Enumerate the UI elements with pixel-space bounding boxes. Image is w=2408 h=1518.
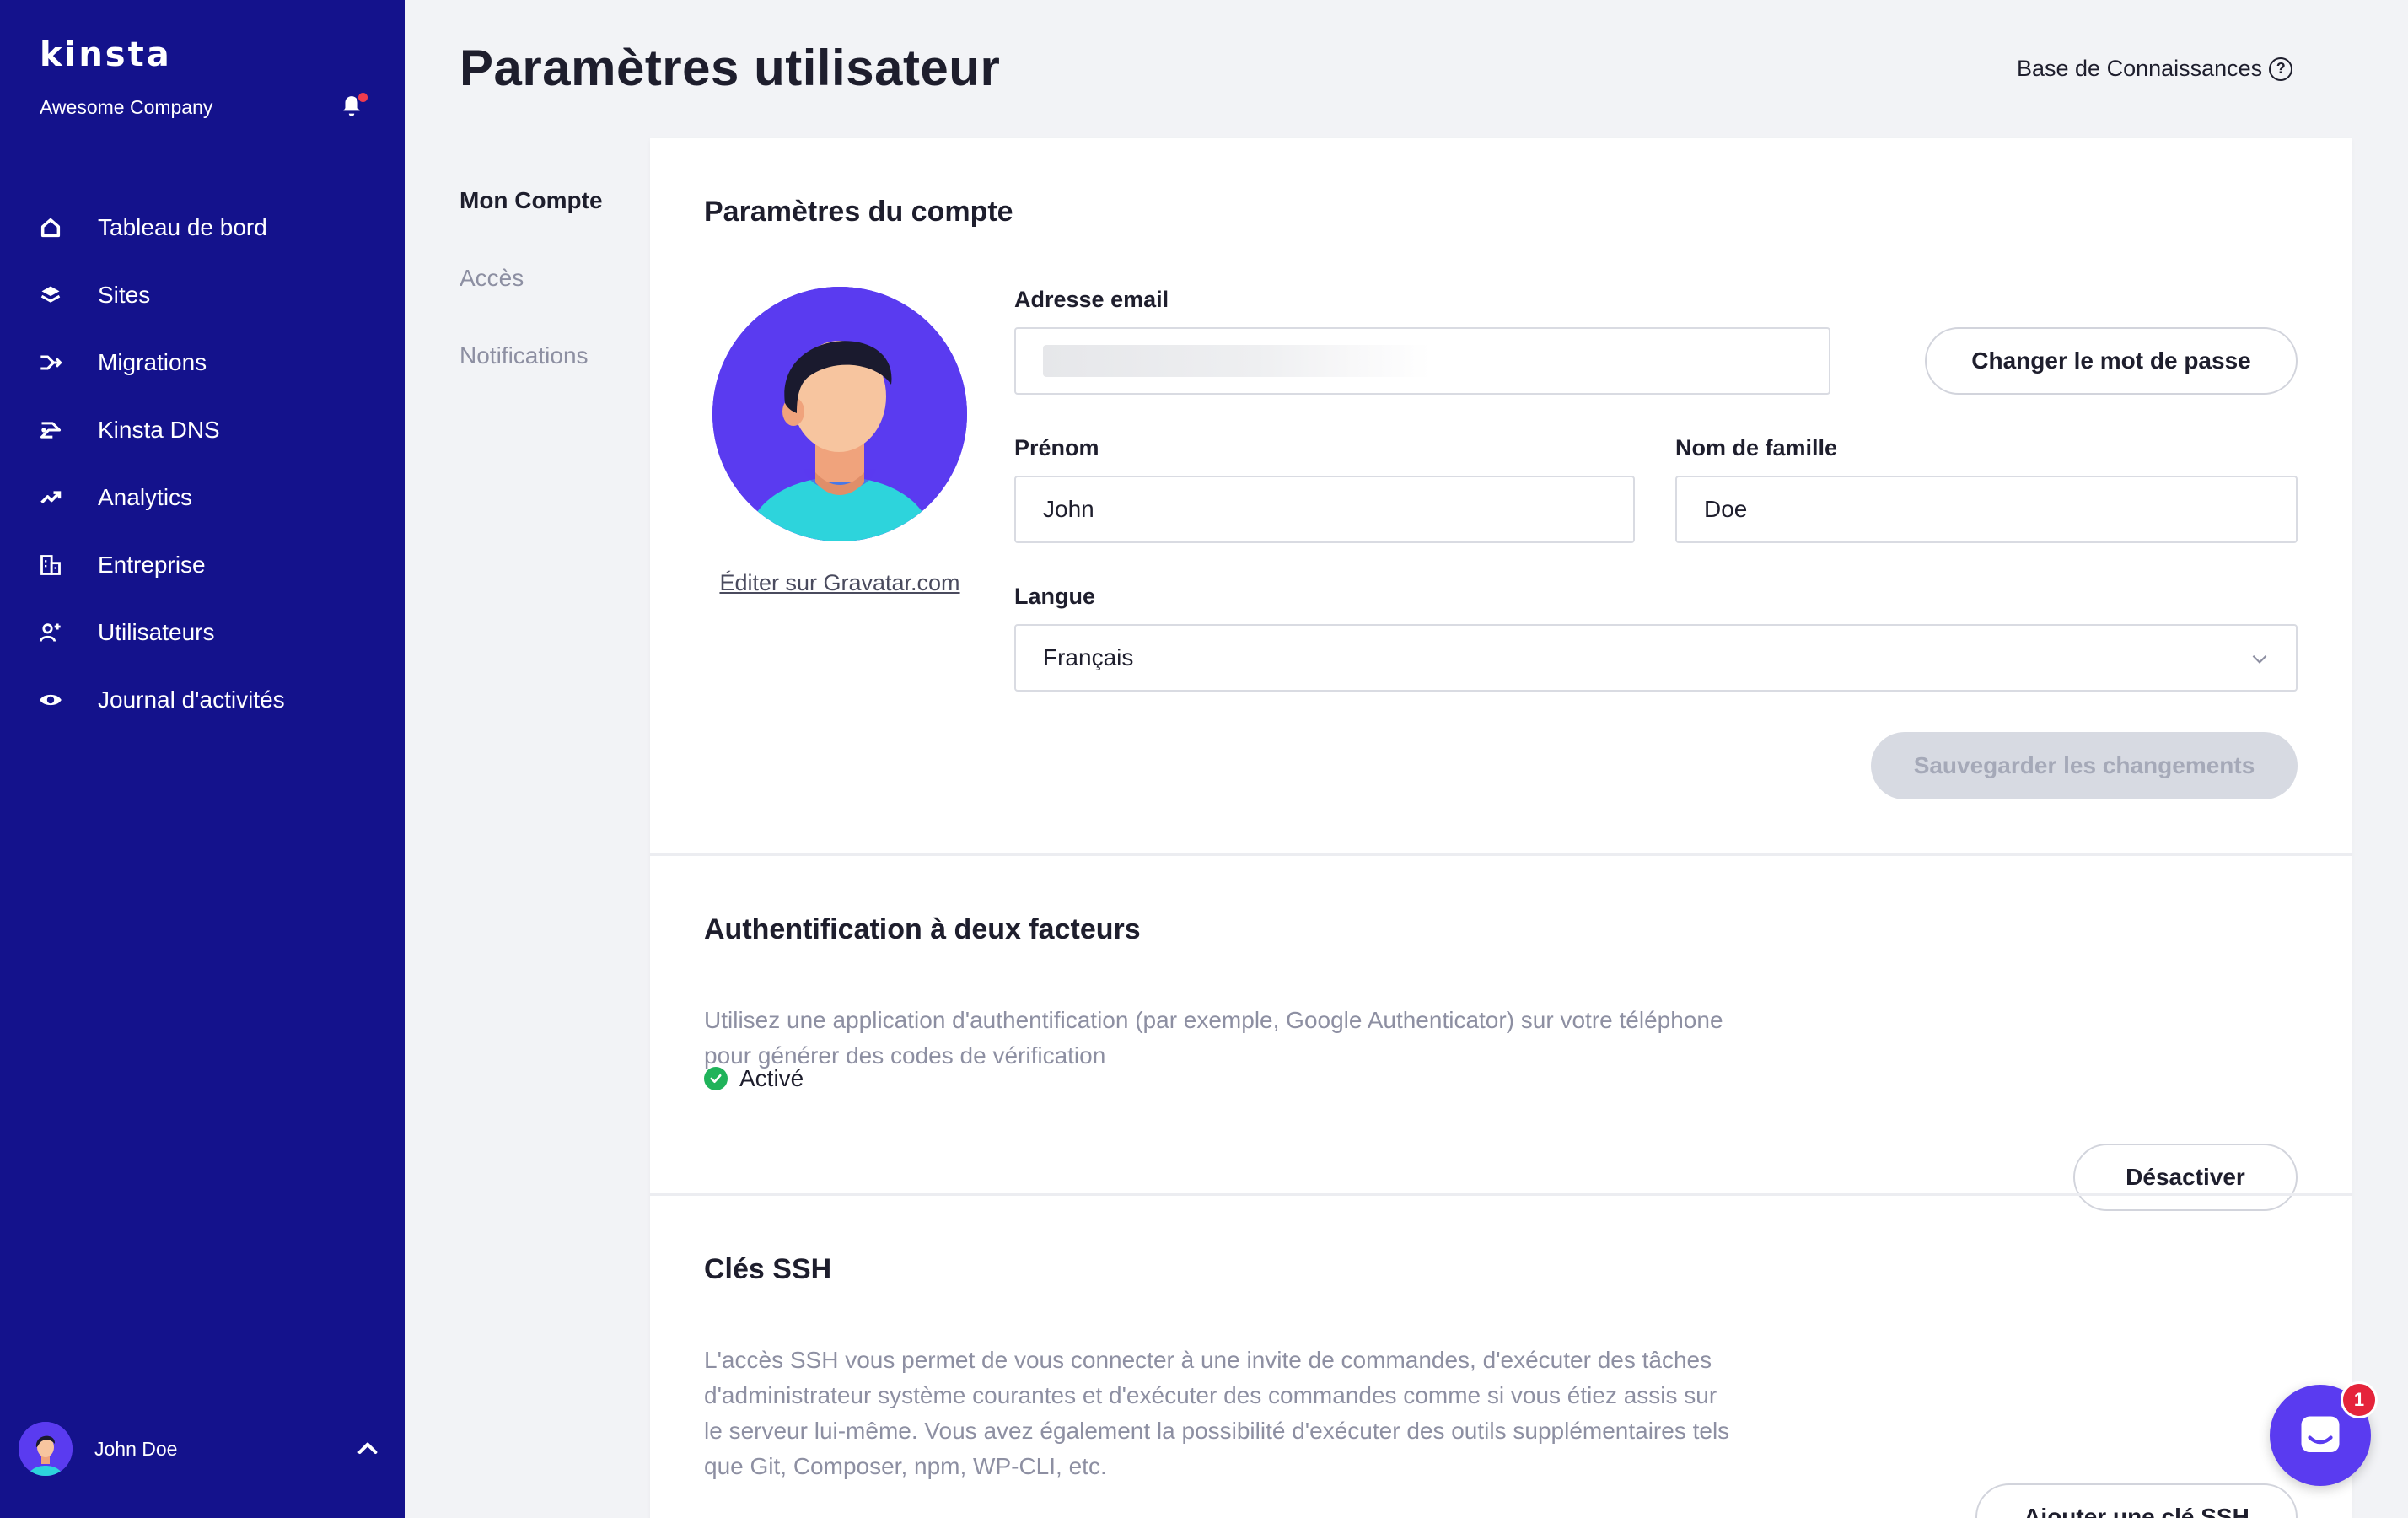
chat-icon (2301, 1416, 2340, 1452)
add-ssh-key-button[interactable]: Ajouter une clé SSH (1975, 1483, 2298, 1518)
sidebar: kinsta Awesome Company Tableau de bord S… (0, 0, 405, 1518)
first-name-label: Prénom (1014, 435, 1099, 460)
subnav-notifications[interactable]: Notifications (460, 342, 603, 420)
sidebar-item-dashboard[interactable]: Tableau de bord (0, 194, 405, 261)
first-name-field[interactable]: John (1014, 476, 1635, 543)
settings-card: Paramètres du compte Éditer sur Gravatar… (650, 138, 2352, 1518)
two-factor-description-line: Utilisez une application d'authentificat… (704, 1007, 1723, 1033)
two-factor-description: Utilisez une application d'authentificat… (704, 1003, 1723, 1074)
knowledge-base-label: Base de Connaissances (2017, 56, 2263, 81)
dns-icon (37, 417, 64, 444)
settings-subnav: Mon Compte Accès Notifications (460, 187, 603, 420)
language-value: Français (1043, 644, 1134, 670)
sidebar-item-label: Tableau de bord (98, 214, 267, 240)
ssh-keys-section: Clés SSH L'accès SSH vous permet de vous… (650, 1196, 2352, 1518)
email-label: Adresse email (1014, 287, 1169, 312)
email-value-redacted (1043, 345, 1431, 377)
migrations-icon (37, 349, 64, 376)
eye-icon (37, 686, 64, 713)
subnav-my-account[interactable]: Mon Compte (460, 187, 603, 265)
sidebar-item-label: Kinsta DNS (98, 417, 220, 443)
two-factor-status: Activé (704, 1065, 804, 1092)
language-select[interactable]: Français (1014, 624, 2298, 692)
help-icon: ? (2269, 57, 2293, 81)
profile-avatar (712, 287, 967, 541)
sidebar-item-label: Sites (98, 282, 151, 308)
two-factor-title: Authentification à deux facteurs (704, 913, 1141, 945)
last-name-label: Nom de famille (1675, 435, 1838, 460)
two-factor-status-label: Activé (739, 1065, 804, 1091)
sidebar-item-kinsta-dns[interactable]: Kinsta DNS (0, 396, 405, 464)
ssh-description-line: le serveur lui-même. Vous avez également… (704, 1418, 1730, 1444)
home-icon (37, 214, 64, 241)
page-title: Paramètres utilisateur (460, 40, 1001, 96)
ssh-description: L'accès SSH vous permet de vous connecte… (704, 1343, 1729, 1484)
sidebar-item-label: Migrations (98, 349, 207, 375)
layers-icon (37, 282, 64, 309)
sidebar-nav: Tableau de bord Sites Migrations Kinsta … (0, 194, 405, 734)
sidebar-item-label: Analytics (98, 484, 193, 510)
sidebar-item-label: Entreprise (98, 552, 206, 578)
last-name-field[interactable]: Doe (1675, 476, 2298, 543)
check-circle-icon (704, 1067, 728, 1090)
sidebar-item-analytics[interactable]: Analytics (0, 464, 405, 531)
two-factor-section: Authentification à deux facteurs Utilise… (650, 856, 2352, 1211)
add-user-icon (37, 619, 64, 646)
account-settings-section: Paramètres du compte Éditer sur Gravatar… (650, 138, 2352, 853)
sidebar-item-entreprise[interactable]: Entreprise (0, 531, 405, 599)
ssh-description-line: L'accès SSH vous permet de vous connecte… (704, 1347, 1712, 1373)
knowledge-base-link[interactable]: Base de Connaissances ? (2017, 56, 2293, 82)
building-icon (37, 552, 64, 579)
subnav-access[interactable]: Accès (460, 265, 603, 342)
user-menu[interactable]: John Doe (19, 1422, 177, 1476)
change-password-button[interactable]: Changer le mot de passe (1925, 327, 2298, 395)
chevron-down-icon (2252, 654, 2267, 664)
language-label: Langue (1014, 584, 1096, 609)
notification-dot (358, 93, 368, 102)
sidebar-item-activity-log[interactable]: Journal d'activités (0, 666, 405, 734)
gravatar-edit-link[interactable]: Éditer sur Gravatar.com (715, 570, 965, 596)
analytics-icon (37, 484, 64, 511)
ssh-description-line: que Git, Composer, npm, WP-CLI, etc. (704, 1453, 1107, 1479)
avatar (19, 1422, 73, 1476)
user-name: John Doe (94, 1437, 178, 1460)
sidebar-item-sites[interactable]: Sites (0, 261, 405, 329)
sidebar-item-users[interactable]: Utilisateurs (0, 599, 405, 666)
company-name[interactable]: Awesome Company (40, 96, 212, 119)
kinsta-logo[interactable]: kinsta (40, 35, 172, 74)
ssh-description-line: d'administrateur système courantes et d'… (704, 1382, 1717, 1408)
account-settings-title: Paramètres du compte (704, 196, 1013, 228)
save-changes-button[interactable]: Sauvegarder les changements (1871, 732, 2298, 799)
email-field[interactable] (1014, 327, 1830, 395)
sidebar-item-migrations[interactable]: Migrations (0, 329, 405, 396)
chat-unread-badge: 1 (2341, 1381, 2378, 1418)
chevron-up-icon[interactable] (354, 1435, 381, 1462)
sidebar-item-label: Journal d'activités (98, 686, 285, 713)
ssh-keys-title: Clés SSH (704, 1253, 832, 1285)
sidebar-item-label: Utilisateurs (98, 619, 215, 645)
